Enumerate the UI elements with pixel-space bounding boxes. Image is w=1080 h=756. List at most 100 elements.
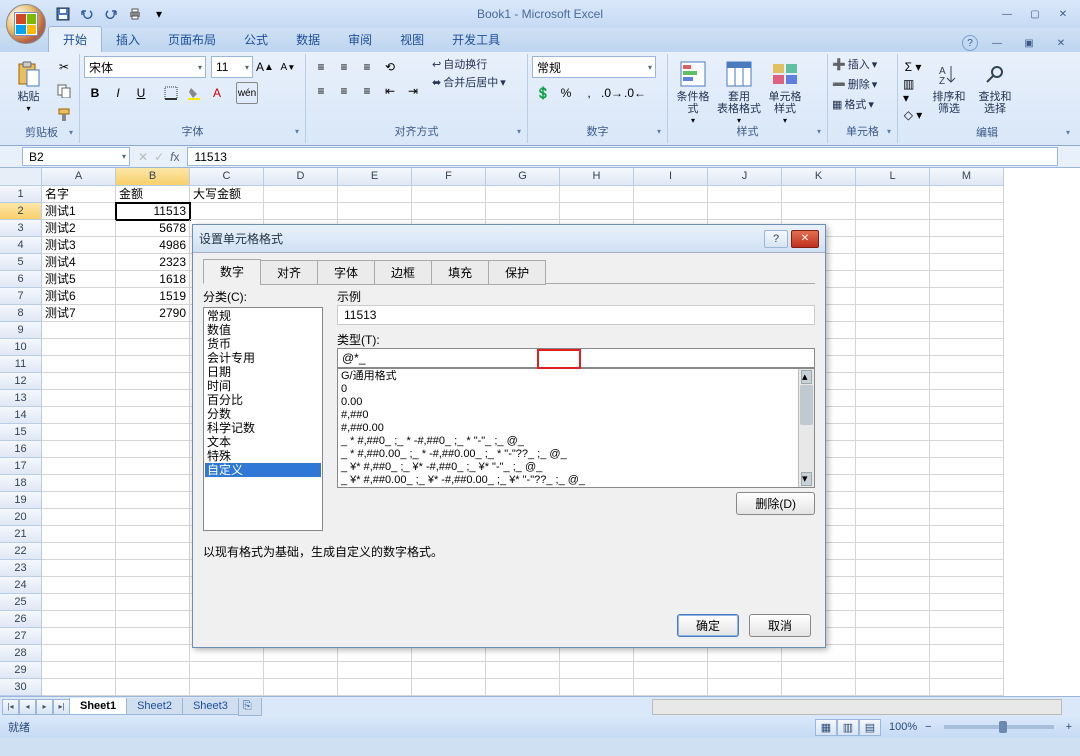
cell[interactable] [856, 356, 930, 373]
help-icon[interactable]: ? [962, 35, 978, 51]
format-item[interactable]: #,##0;-#,##0 [339, 487, 813, 488]
find-select-button[interactable]: 查找和 选择 [974, 56, 1016, 115]
cell[interactable] [42, 390, 116, 407]
row-header[interactable]: 2 [0, 203, 42, 220]
underline-icon[interactable]: U [130, 82, 152, 104]
cell[interactable] [412, 186, 486, 203]
row-header[interactable]: 22 [0, 543, 42, 560]
cell[interactable] [856, 203, 930, 220]
cell[interactable] [634, 679, 708, 696]
category-item[interactable]: 会计专用 [205, 351, 321, 365]
tab-data[interactable]: 数据 [282, 27, 334, 52]
cell[interactable] [116, 509, 190, 526]
cell[interactable] [930, 492, 1004, 509]
cell[interactable] [930, 424, 1004, 441]
cell[interactable] [116, 407, 190, 424]
align-top-icon[interactable]: ≡ [310, 56, 332, 78]
cell[interactable] [116, 458, 190, 475]
font-size-combo[interactable]: 11 [211, 56, 253, 78]
cell[interactable] [338, 662, 412, 679]
row-header[interactable]: 12 [0, 373, 42, 390]
undo-icon[interactable] [76, 3, 98, 25]
zoom-slider[interactable] [944, 725, 1054, 729]
font-color-icon[interactable]: A [206, 82, 228, 104]
sheet-nav-prev[interactable]: ◂ [19, 699, 36, 715]
cell[interactable] [486, 662, 560, 679]
cell[interactable] [856, 407, 930, 424]
redo-icon[interactable] [100, 3, 122, 25]
cell[interactable] [486, 203, 560, 220]
cell[interactable] [116, 475, 190, 492]
sheet-tab-1[interactable]: Sheet1 [69, 698, 127, 715]
cell[interactable] [856, 390, 930, 407]
increase-font-icon[interactable]: A▲ [254, 56, 276, 78]
category-item[interactable]: 分数 [205, 407, 321, 421]
indent-dec-icon[interactable]: ⇤ [379, 80, 401, 102]
format-item[interactable]: _ * #,##0_ ;_ * -#,##0_ ;_ * "-"_ ;_ @_ [339, 435, 813, 448]
cell[interactable]: 测试5 [42, 271, 116, 288]
cell[interactable] [560, 662, 634, 679]
cell[interactable] [930, 356, 1004, 373]
cell[interactable] [264, 679, 338, 696]
cell[interactable] [708, 203, 782, 220]
cell[interactable] [190, 203, 264, 220]
cell[interactable] [116, 373, 190, 390]
cell[interactable] [930, 526, 1004, 543]
border-icon[interactable] [160, 82, 182, 104]
cell[interactable]: 大写金额 [190, 186, 264, 203]
cell[interactable] [930, 203, 1004, 220]
comma-icon[interactable]: , [578, 82, 600, 104]
cell[interactable] [42, 679, 116, 696]
cell[interactable]: 测试1 [42, 203, 116, 220]
minimize-button[interactable]: — [994, 5, 1020, 23]
cell[interactable] [930, 407, 1004, 424]
page-break-view-icon[interactable]: ▤ [859, 719, 881, 736]
cell[interactable] [116, 645, 190, 662]
cell[interactable] [116, 322, 190, 339]
cell[interactable] [930, 339, 1004, 356]
cell[interactable] [930, 390, 1004, 407]
dlg-tab-align[interactable]: 对齐 [260, 260, 318, 285]
cell[interactable] [856, 271, 930, 288]
cell[interactable] [856, 373, 930, 390]
category-item[interactable]: 百分比 [205, 393, 321, 407]
cell[interactable] [412, 679, 486, 696]
cell[interactable] [190, 679, 264, 696]
column-header-H[interactable]: H [560, 168, 634, 186]
cell[interactable] [42, 560, 116, 577]
indent-inc-icon[interactable]: ⇥ [402, 80, 424, 102]
cell[interactable] [560, 186, 634, 203]
category-item[interactable]: 日期 [205, 365, 321, 379]
tab-formulas[interactable]: 公式 [230, 27, 282, 52]
cell[interactable] [42, 322, 116, 339]
cell[interactable] [930, 628, 1004, 645]
office-button[interactable] [6, 4, 46, 44]
cell[interactable] [42, 424, 116, 441]
row-header[interactable]: 17 [0, 458, 42, 475]
font-name-combo[interactable]: 宋体 [84, 56, 206, 78]
cell[interactable] [338, 203, 412, 220]
column-header-A[interactable]: A [42, 168, 116, 186]
wrap-text-button[interactable]: ↩自动换行 [432, 56, 506, 72]
column-header-D[interactable]: D [264, 168, 338, 186]
enter-formula-icon[interactable]: ✓ [154, 150, 164, 164]
cell[interactable] [708, 186, 782, 203]
cell[interactable] [930, 441, 1004, 458]
align-right-icon[interactable]: ≡ [356, 80, 378, 102]
sheet-tab-3[interactable]: Sheet3 [182, 698, 239, 715]
cell[interactable] [338, 186, 412, 203]
cell[interactable]: 1618 [116, 271, 190, 288]
zoom-out-button[interactable]: − [925, 721, 931, 733]
format-item[interactable]: _ ¥* #,##0_ ;_ ¥* -#,##0_ ;_ ¥* "-"_ ;_ … [339, 461, 813, 474]
cell[interactable] [42, 339, 116, 356]
cell[interactable] [338, 679, 412, 696]
cell[interactable]: 测试4 [42, 254, 116, 271]
cell[interactable] [116, 611, 190, 628]
tab-review[interactable]: 审阅 [334, 27, 386, 52]
cell[interactable] [116, 577, 190, 594]
ok-button[interactable]: 确定 [677, 614, 739, 637]
qat-dropdown-icon[interactable]: ▾ [148, 3, 170, 25]
cell[interactable] [42, 662, 116, 679]
cell[interactable] [116, 492, 190, 509]
column-header-L[interactable]: L [856, 168, 930, 186]
